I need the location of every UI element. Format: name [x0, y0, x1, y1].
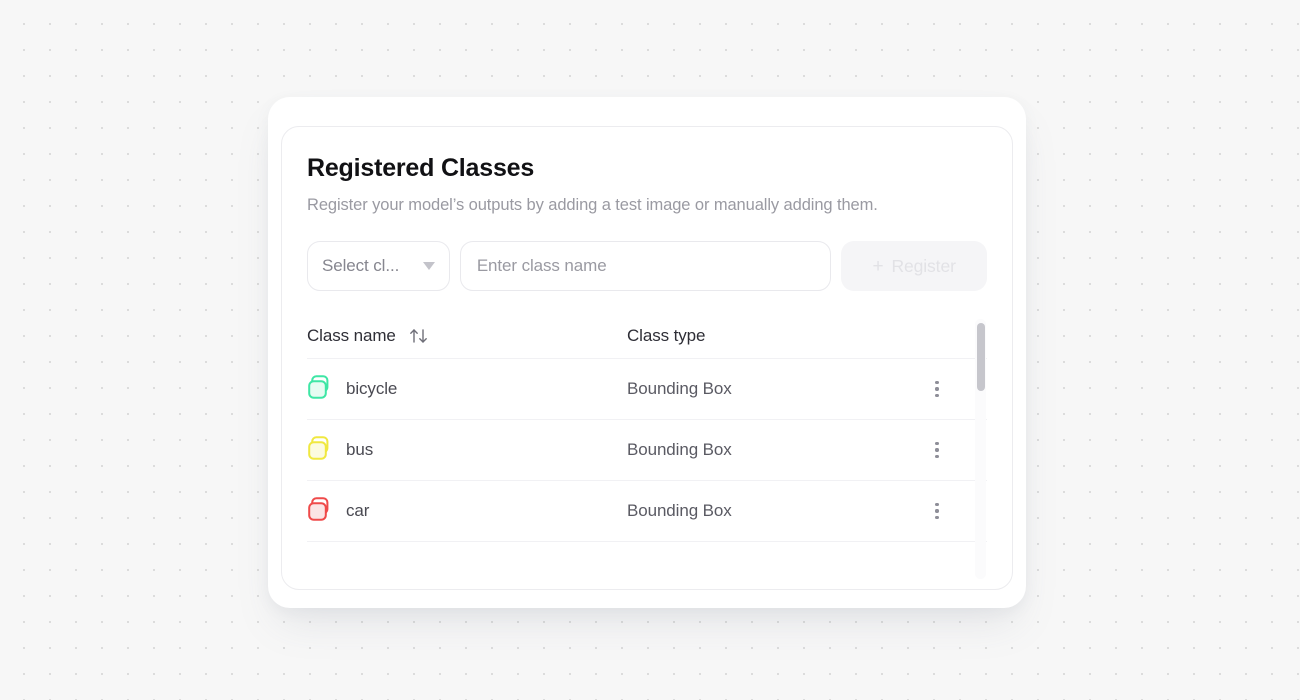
sort-arrows-icon[interactable]: [408, 327, 430, 345]
plus-icon: +: [872, 255, 884, 277]
registered-classes-outer-card: Registered Classes Register your model’s…: [268, 97, 1026, 608]
column-header-class-type: Class type: [627, 326, 706, 345]
cell-class-name: car: [307, 496, 627, 527]
class-name-label: bicycle: [346, 379, 398, 398]
class-color-swatch-icon: [307, 496, 333, 527]
class-name-label: car: [346, 501, 370, 520]
table-scrollbar[interactable]: [975, 319, 986, 579]
cell-class-type: Bounding Box: [627, 501, 732, 520]
register-controls-row: Select cl... + Register: [307, 241, 987, 291]
kebab-menu-icon: [935, 502, 939, 520]
column-header-class-name-label: Class name: [307, 326, 396, 345]
row-menu-button[interactable]: [920, 441, 954, 459]
class-type-select[interactable]: Select cl...: [307, 241, 450, 291]
cell-class-name: bicycle: [307, 374, 627, 405]
page-subtitle: Register your model’s outputs by adding …: [307, 196, 878, 214]
table-header-row: Class name Class type: [307, 314, 987, 358]
class-color-swatch-icon: [307, 435, 333, 466]
table-body: bicycle Bounding Box bus Bounding Box ca…: [307, 358, 987, 589]
chevron-down-icon: [422, 262, 435, 270]
table-row-partial: [307, 541, 987, 589]
column-header-class-name: Class name: [307, 326, 627, 346]
class-name-input[interactable]: [459, 241, 832, 291]
cell-class-name: bus: [307, 435, 627, 466]
cell-class-type: Bounding Box: [627, 440, 732, 459]
registered-classes-panel: Registered Classes Register your model’s…: [281, 126, 1013, 590]
page-title: Registered Classes: [307, 154, 535, 182]
table-row[interactable]: car Bounding Box: [307, 480, 987, 541]
register-button-label: Register: [891, 255, 956, 276]
table-scrollbar-thumb[interactable]: [976, 323, 985, 391]
registered-classes-table: Class name Class type bicycle Bounding B…: [307, 314, 987, 584]
table-row[interactable]: bicycle Bounding Box: [307, 358, 987, 419]
register-button[interactable]: + Register: [841, 241, 987, 291]
class-name-label: bus: [346, 440, 374, 459]
class-color-swatch-icon: [307, 374, 333, 405]
table-row[interactable]: bus Bounding Box: [307, 419, 987, 480]
row-menu-button[interactable]: [920, 380, 954, 398]
class-type-select-value: Select cl...: [322, 256, 400, 275]
kebab-menu-icon: [935, 441, 939, 459]
kebab-menu-icon: [935, 380, 939, 398]
row-menu-button[interactable]: [920, 502, 954, 520]
cell-class-type: Bounding Box: [627, 379, 732, 398]
